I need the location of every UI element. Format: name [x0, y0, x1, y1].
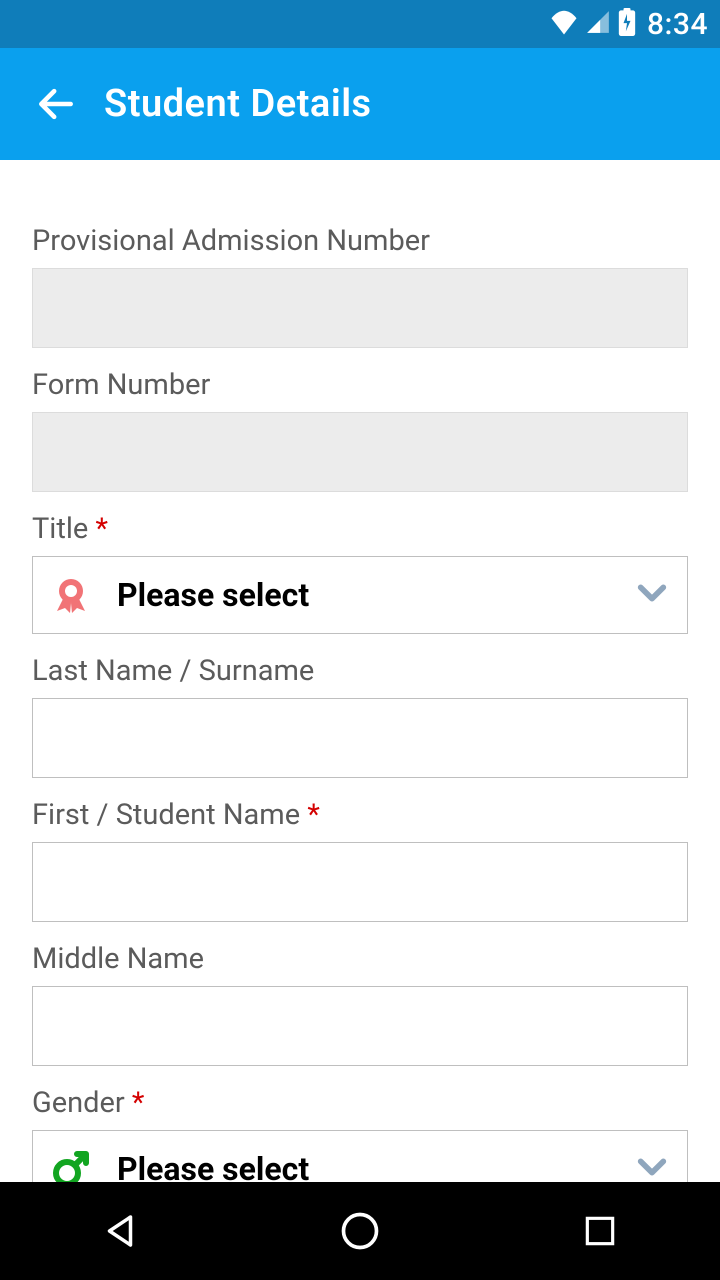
label-last-name: Last Name / Surname [32, 654, 688, 688]
form-content: Provisional Admission Number Form Number… [0, 160, 720, 1228]
ribbon-icon [51, 575, 91, 615]
required-indicator: * [132, 1086, 145, 1120]
field-middle-name: Middle Name [32, 942, 688, 1066]
input-admission [32, 268, 688, 348]
label-gender: Gender * [32, 1086, 688, 1120]
android-nav-bar [0, 1182, 720, 1280]
required-indicator: * [307, 798, 320, 832]
label-form-number: Form Number [32, 368, 688, 402]
battery-icon [617, 8, 637, 40]
back-button[interactable] [8, 48, 104, 160]
field-admission: Provisional Admission Number [32, 224, 688, 348]
field-form-number: Form Number [32, 368, 688, 492]
label-middle-name: Middle Name [32, 942, 688, 976]
select-title[interactable]: Please select [32, 556, 688, 634]
label-admission: Provisional Admission Number [32, 224, 688, 258]
nav-back-button[interactable] [60, 1210, 180, 1252]
input-last-name[interactable] [32, 698, 688, 778]
chevron-down-icon [635, 576, 669, 614]
nav-recent-button[interactable] [540, 1212, 660, 1250]
label-title: Title * [32, 512, 688, 546]
page-title: Student Details [104, 82, 372, 126]
app-bar: Student Details [0, 48, 720, 160]
required-indicator: * [95, 512, 108, 546]
input-first-name[interactable] [32, 842, 688, 922]
field-first-name: First / Student Name * [32, 798, 688, 922]
signal-icon [585, 9, 611, 39]
wifi-icon [549, 9, 579, 39]
label-first-name: First / Student Name * [32, 798, 688, 832]
field-title: Title * Please select [32, 512, 688, 634]
input-middle-name[interactable] [32, 986, 688, 1066]
select-title-text: Please select [117, 576, 635, 614]
status-bar: 8:34 [0, 0, 720, 48]
status-time: 8:34 [647, 7, 708, 42]
nav-home-button[interactable] [300, 1209, 420, 1253]
field-last-name: Last Name / Surname [32, 654, 688, 778]
input-form-number [32, 412, 688, 492]
